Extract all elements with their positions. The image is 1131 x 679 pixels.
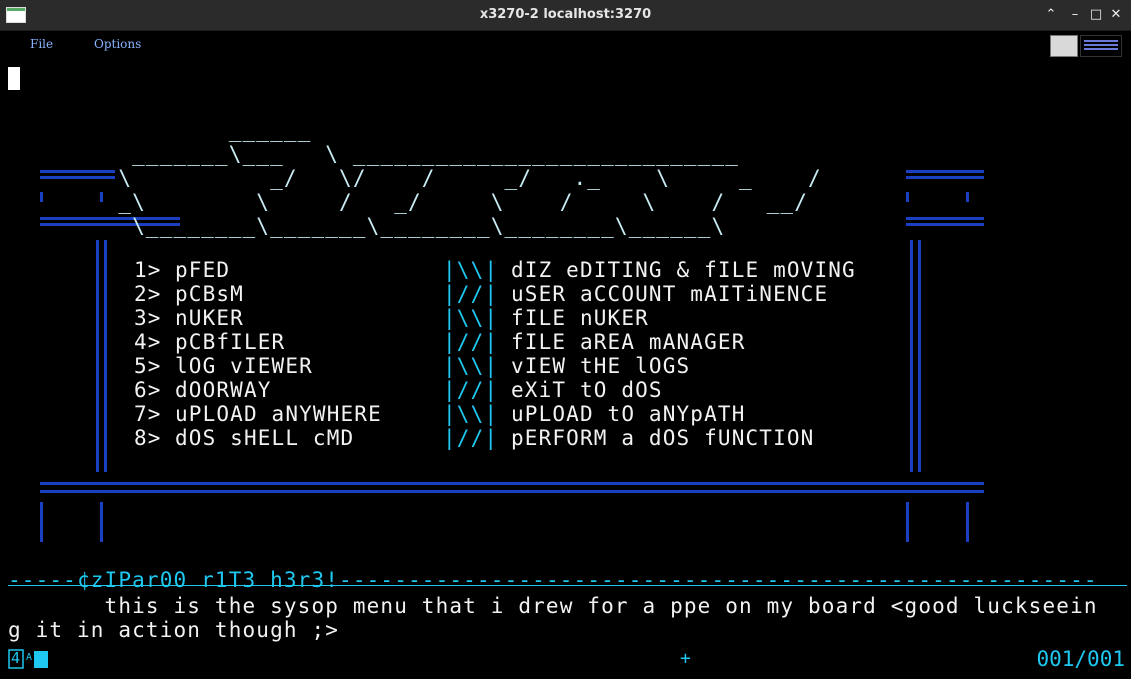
footer-line-2: g it in action though ;> bbox=[8, 618, 340, 642]
dot-block-right-top bbox=[906, 170, 984, 226]
menu-item-separator: |\\| bbox=[443, 306, 499, 330]
menu-item-description: dIZ eDITING & fILE mOVING bbox=[511, 258, 856, 282]
terminal-screen[interactable]: ______ _______\___ \ ___________________… bbox=[0, 62, 1131, 642]
window-close-icon[interactable]: ✕ bbox=[1108, 7, 1124, 22]
lock-icon[interactable] bbox=[1050, 35, 1078, 57]
menu-item-separator: |\\| bbox=[443, 258, 499, 282]
menu-item-name: pCBsM bbox=[175, 282, 244, 306]
footer-divider: -----¢zIPar00 r1T3 h3r3!----------------… bbox=[8, 568, 1098, 592]
menu-item-name: dOS sHELL cMD bbox=[175, 426, 355, 450]
status-indicator: A 4 bbox=[8, 648, 48, 670]
footer-line-1: this is the sysop menu that i drew for a… bbox=[8, 594, 1098, 618]
logo-line-3: \ _/ \/ / _/ ._ \ _ / bbox=[8, 166, 822, 190]
footer-divider-label: -----¢zIPar00 r1T3 h3r3! bbox=[8, 568, 340, 592]
menu-item-description: uSER aCCOUNT mAITiNENCE bbox=[511, 282, 829, 306]
menu-item-name: pFED bbox=[175, 258, 231, 282]
menu-item-description: fILE nUKER bbox=[511, 306, 649, 330]
menu-item-number: 3> bbox=[134, 306, 162, 330]
status-separator bbox=[8, 585, 1127, 586]
status-connection-number: 4 bbox=[11, 649, 21, 667]
menubar: File Options bbox=[0, 31, 1131, 59]
menu-options[interactable]: Options bbox=[94, 37, 141, 51]
cursor-position: 001/001 bbox=[1036, 647, 1125, 671]
logo-line-2: _______\___ \ __________________________… bbox=[8, 142, 740, 166]
window-minimize-icon[interactable]: – bbox=[1067, 7, 1083, 22]
status-plus: + bbox=[680, 648, 691, 669]
logo-line-5: \________\_______\________\________\____… bbox=[8, 214, 726, 238]
keyboard-icon[interactable] bbox=[1080, 35, 1122, 57]
footer-divider-dashes: ----------------------------------------… bbox=[339, 568, 1098, 592]
logo-line-1: ______ bbox=[8, 118, 312, 142]
menu-item-name: uPLOAD aNYWHERE bbox=[175, 402, 382, 426]
dot-bottom-band bbox=[40, 482, 984, 542]
menu-item-separator: |//| bbox=[443, 330, 499, 354]
menu-item-name: dOORWAY bbox=[175, 378, 272, 402]
logo-line-4: _\ \ / _/ \ / \ / __/ bbox=[8, 190, 808, 214]
menu-item-number: 5> bbox=[134, 354, 162, 378]
menu-item-separator: |\\| bbox=[443, 402, 499, 426]
window-titlebar: x3270-2 localhost:3270 ⌃ – □ ✕ bbox=[0, 0, 1131, 31]
window-title: x3270-2 localhost:3270 bbox=[479, 7, 652, 22]
menu-item-description: fILE aREA mANAGER bbox=[511, 330, 746, 354]
dot-column-right bbox=[910, 240, 921, 472]
menu-item-separator: |//| bbox=[443, 282, 499, 306]
menu-item-description: vIEW tHE lOGS bbox=[511, 354, 691, 378]
svg-text:A: A bbox=[26, 652, 32, 663]
menu-item-number: 8> bbox=[134, 426, 162, 450]
menu-item-name: pCBfILER bbox=[175, 330, 286, 354]
menu-item-number: 7> bbox=[134, 402, 162, 426]
menu-item-separator: |//| bbox=[443, 378, 499, 402]
menu-item-name: lOG vIEWER bbox=[175, 354, 313, 378]
dot-column-left bbox=[96, 240, 107, 472]
window-maximize-arrow-icon[interactable]: ⌃ bbox=[1043, 7, 1059, 22]
window-maximize-icon[interactable]: □ bbox=[1088, 7, 1104, 22]
menu-item-separator: |//| bbox=[443, 426, 499, 450]
menu-item-number: 2> bbox=[134, 282, 162, 306]
menu-item-number: 6> bbox=[134, 378, 162, 402]
menu-item-description: uPLOAD tO aNYpATH bbox=[511, 402, 746, 426]
menu-item-number: 4> bbox=[134, 330, 162, 354]
menu-item-number: 1> bbox=[134, 258, 162, 282]
menu-item-separator: |\\| bbox=[443, 354, 499, 378]
menu-item-description: eXiT tO dOS bbox=[511, 378, 663, 402]
menu-file[interactable]: File bbox=[30, 37, 53, 51]
menu-item-name: nUKER bbox=[175, 306, 244, 330]
menu-item-description: pERFORM a dOS fUNCTION bbox=[511, 426, 815, 450]
